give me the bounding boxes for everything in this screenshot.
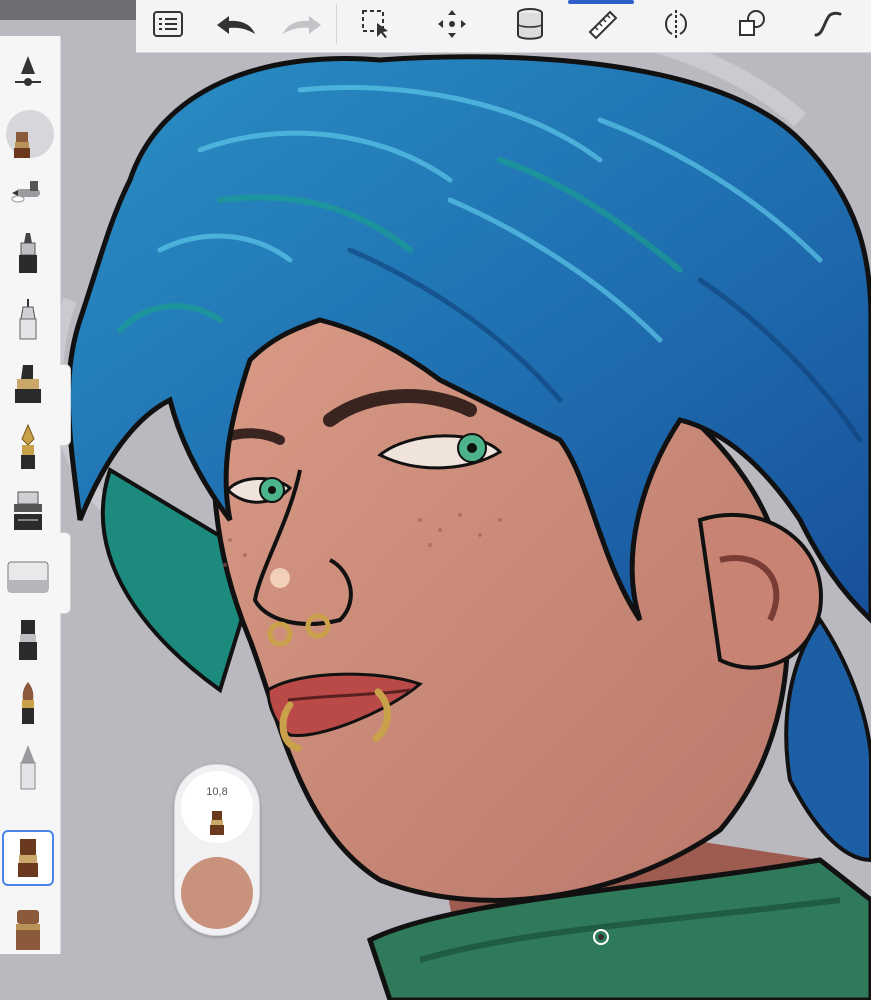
round-brush-button[interactable]: [2, 676, 54, 732]
airbrush-button[interactable]: [2, 166, 54, 222]
paint-brush-icon: [18, 839, 38, 877]
toolbar-divider: [336, 4, 337, 44]
round-brush-icon: [22, 682, 34, 724]
brush-size-control[interactable]: 10,8: [181, 771, 253, 843]
eraser-button[interactable]: [2, 548, 54, 604]
brush-library-button[interactable]: [144, 0, 192, 48]
paint-brush-selected-button[interactable]: [2, 830, 54, 886]
shapes-button[interactable]: [728, 0, 776, 48]
brush-sidebar: [0, 36, 61, 954]
wide-brush-icon: [16, 910, 40, 950]
wide-brush-button[interactable]: [2, 902, 54, 958]
marker-button[interactable]: [2, 226, 54, 282]
technical-pen-icon: [19, 299, 37, 340]
undo-button[interactable]: [212, 0, 260, 48]
move-icon: [438, 10, 466, 38]
status-strip: [0, 0, 136, 20]
eraser-icon: [7, 561, 49, 593]
ruler-button[interactable]: [578, 0, 626, 48]
sidebar-opacity-tab[interactable]: [60, 532, 71, 614]
redo-arrow-icon: [283, 16, 321, 34]
stamp-brush-icon: [14, 491, 42, 530]
marker-icon: [19, 233, 37, 273]
artwork-illustration: [49, 13, 871, 1000]
list-icon: [153, 11, 183, 37]
airbrush-icon: [11, 181, 40, 203]
curve-icon: [814, 11, 842, 37]
technical-pen-button[interactable]: [2, 292, 54, 348]
drawing-canvas[interactable]: [0, 0, 871, 1000]
top-toolbar: [136, 0, 871, 53]
pencil-icon: [20, 745, 36, 790]
shapes-icon: [739, 10, 765, 36]
chisel-marker-icon: [15, 365, 41, 403]
layers-button[interactable]: [506, 0, 554, 48]
symmetry-button[interactable]: [652, 0, 700, 48]
paint-brush-icon: [210, 811, 224, 835]
stamp-brush-button[interactable]: [2, 484, 54, 540]
layers-cylinder-icon: [517, 8, 543, 40]
ruler-icon: [588, 10, 618, 40]
paint-brush-icon: [6, 110, 54, 158]
selection-button[interactable]: [352, 0, 400, 48]
fountain-pen-icon: [21, 423, 35, 469]
selection-icon: [362, 10, 388, 38]
redo-button[interactable]: [278, 0, 326, 48]
sidebar-size-tab[interactable]: [60, 364, 71, 446]
brush-puck[interactable]: 10,8: [174, 764, 260, 936]
current-brush-button[interactable]: [2, 108, 54, 164]
flat-brush-icon: [19, 620, 37, 660]
cone-slider-icon: [15, 56, 41, 86]
curves-button[interactable]: [804, 0, 852, 48]
brush-size-value: 10,8: [206, 786, 228, 798]
pencil-button[interactable]: [2, 740, 54, 796]
fountain-pen-button[interactable]: [2, 420, 54, 476]
undo-arrow-icon: [217, 16, 255, 34]
canvas-rotate-handle-icon[interactable]: [592, 928, 610, 946]
brush-color-swatch[interactable]: [181, 857, 253, 929]
flat-brush-button[interactable]: [2, 612, 54, 668]
chisel-marker-button[interactable]: [2, 356, 54, 412]
brush-properties-button[interactable]: [2, 44, 54, 100]
transform-button[interactable]: [428, 0, 476, 48]
symmetry-icon: [665, 10, 687, 38]
